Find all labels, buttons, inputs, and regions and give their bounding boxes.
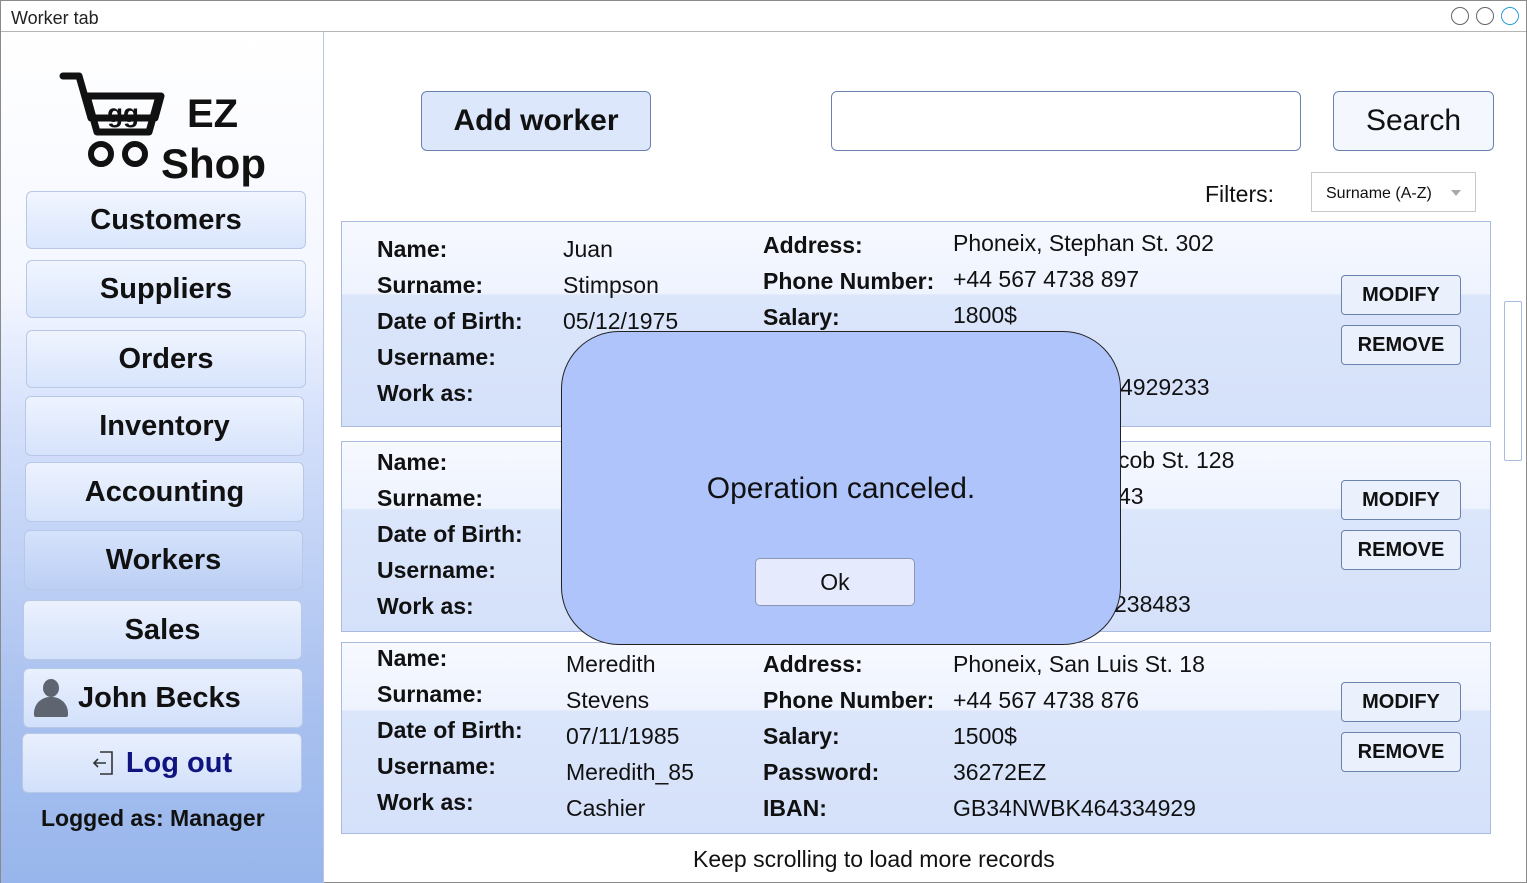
user-profile[interactable]: John Becks (23, 668, 303, 728)
logged-as-text: Logged as: Manager (41, 805, 265, 831)
alert-dialog: Operation canceled. Ok (561, 331, 1121, 645)
remove-button[interactable]: REMOVE (1341, 325, 1461, 365)
ok-button[interactable]: Ok (755, 558, 915, 606)
salary-value: 1500$ (953, 723, 1017, 749)
nav-orders[interactable]: Orders (26, 330, 306, 388)
username-value: Meredith_85 (566, 759, 694, 785)
name-value: Meredith (566, 651, 656, 677)
work-as-label: Work as: (377, 380, 474, 406)
minimize-button[interactable] (1451, 7, 1469, 25)
name-label: Name: (377, 236, 448, 262)
search-input[interactable] (831, 91, 1301, 151)
modify-button[interactable]: MODIFY (1341, 275, 1461, 315)
logout-button[interactable]: Log out (22, 733, 302, 793)
modify-button[interactable]: MODIFY (1341, 682, 1461, 722)
surname-value: Stimpson (563, 272, 659, 298)
user-name: John Becks (78, 681, 241, 714)
filter-selected-value: Surname (A-Z) (1326, 185, 1432, 202)
cart-logo-text: gg (107, 98, 139, 128)
nav-accounting[interactable]: Accounting (25, 462, 304, 522)
dob-value: 07/11/1985 (566, 723, 680, 749)
name-label: Name: (377, 449, 448, 475)
address-label: Address: (763, 651, 863, 677)
maximize-button[interactable] (1476, 7, 1494, 25)
dob-label: Date of Birth: (377, 717, 523, 743)
salary-label: Salary: (763, 304, 840, 330)
username-label: Username: (377, 344, 496, 370)
username-label: Username: (377, 557, 496, 583)
nav-workers[interactable]: Workers (24, 530, 303, 590)
worker-card: Name: Meredith Surname: Stevens Date of … (341, 642, 1491, 834)
username-label: Username: (377, 753, 496, 779)
iban-value-partial: 4929233 (1120, 374, 1210, 400)
filters-label: Filters: (1205, 181, 1274, 207)
dob-label: Date of Birth: (377, 308, 523, 334)
work-as-value: Cashier (566, 795, 646, 821)
filter-select[interactable]: Surname (A-Z) (1311, 172, 1476, 212)
logo-text-ez: EZ (187, 92, 239, 136)
nav-inventory[interactable]: Inventory (25, 396, 304, 456)
logo: gg EZ Shop (57, 70, 277, 190)
logout-label: Log out (125, 746, 233, 779)
name-label: Name: (377, 645, 448, 671)
phone-value-partial: 43 (1118, 483, 1144, 509)
chevron-down-icon (1451, 190, 1461, 196)
surname-label: Surname: (377, 681, 484, 707)
iban-value-partial: 238483 (1114, 591, 1191, 617)
dob-label: Date of Birth: (377, 521, 523, 547)
remove-button[interactable]: REMOVE (1341, 732, 1461, 772)
user-icon (34, 679, 68, 717)
scrollbar-thumb[interactable] (1504, 301, 1522, 461)
salary-label: Salary: (763, 723, 840, 749)
salary-value: 1800$ (953, 302, 1017, 328)
search-button[interactable]: Search (1333, 91, 1494, 151)
modify-button[interactable]: MODIFY (1341, 480, 1461, 520)
phone-label: Phone Number: (763, 268, 935, 294)
app-window: Worker tab gg EZ Shop Customers Supplier… (0, 0, 1527, 883)
nav-customers[interactable]: Customers (26, 191, 306, 249)
iban-label: IBAN: (763, 795, 827, 821)
address-value: Phoneix, San Luis St. 18 (953, 651, 1205, 677)
dialog-message: Operation canceled. (706, 472, 976, 505)
address-value-partial: cob St. 128 (1118, 447, 1235, 473)
nav-suppliers[interactable]: Suppliers (26, 260, 306, 318)
title-bar: Worker tab (1, 1, 1526, 32)
surname-label: Surname: (377, 272, 484, 298)
surname-value: Stevens (566, 687, 650, 713)
password-label: Password: (763, 759, 880, 785)
close-button[interactable] (1501, 7, 1519, 25)
name-value: Juan (563, 236, 613, 262)
sidebar: gg EZ Shop Customers Suppliers Orders In… (1, 32, 324, 883)
logout-icon (92, 751, 113, 775)
surname-label: Surname: (377, 485, 484, 511)
work-as-label: Work as: (377, 593, 474, 619)
scroll-hint: Keep scrolling to load more records (693, 846, 1055, 872)
nav-sales[interactable]: Sales (23, 600, 302, 660)
address-value: Phoneix, Stephan St. 302 (953, 230, 1214, 256)
remove-button[interactable]: REMOVE (1341, 530, 1461, 570)
cart-icon: gg (59, 72, 165, 167)
iban-value: GB34NWBK464334929 (953, 795, 1196, 821)
logo-text-shop: Shop (161, 140, 266, 187)
address-label: Address: (763, 232, 863, 258)
window-title: Worker tab (11, 8, 99, 28)
phone-value: +44 567 4738 876 (953, 687, 1140, 713)
work-as-label: Work as: (377, 789, 474, 815)
password-value: 36272EZ (953, 759, 1047, 785)
phone-label: Phone Number: (763, 687, 935, 713)
add-worker-button[interactable]: Add worker (421, 91, 651, 151)
phone-value: +44 567 4738 897 (953, 266, 1140, 292)
